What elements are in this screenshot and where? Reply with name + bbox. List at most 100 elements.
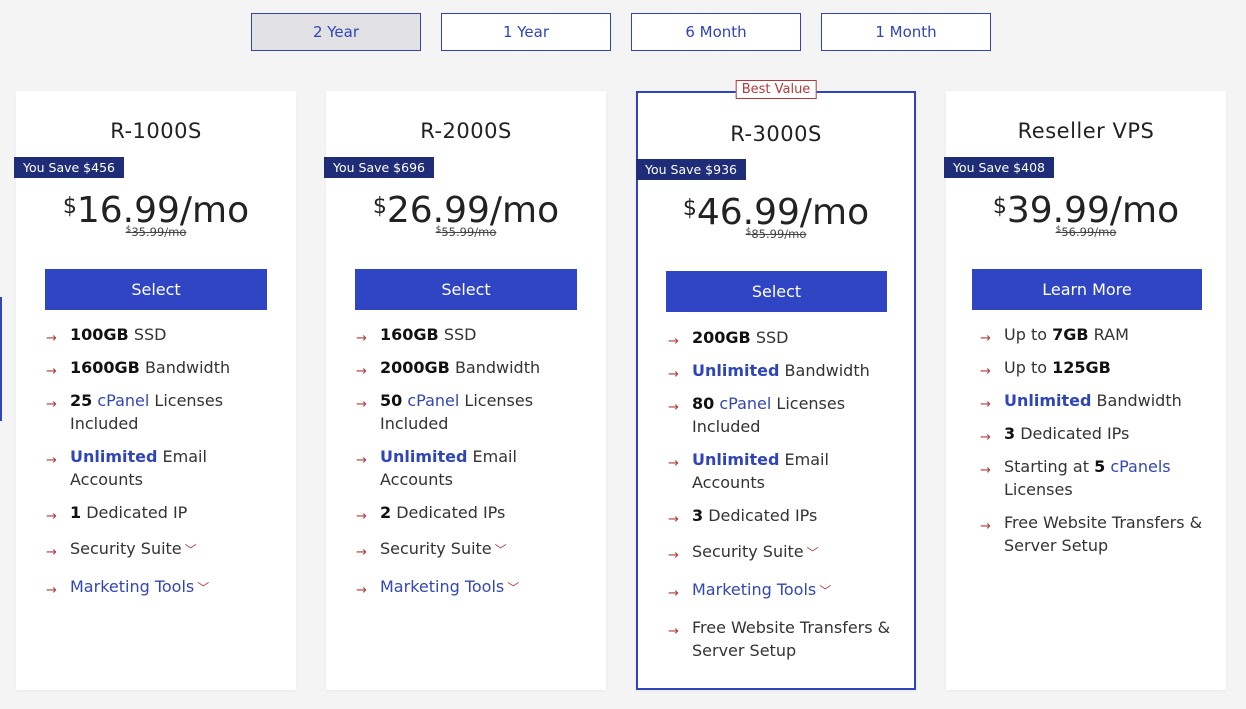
feature-bandwidth: → Unlimited Bandwidth [980,389,1210,412]
arrow-right-icon: → [46,364,57,379]
feature-storage: → Up to 125GB [980,356,1210,379]
learn-more-button[interactable]: Learn More [972,269,1202,310]
arrow-right-icon: → [668,334,679,349]
tab-1-month[interactable]: 1 Month [821,13,991,51]
currency-symbol: $ [682,196,697,221]
arrow-right-icon: → [980,430,991,445]
feature-bandwidth: → 2000GB Bandwidth [356,356,590,379]
feature-cpanel-licenses: → 50 cPanel Licenses Included [356,391,534,433]
price-block: $46.99/mo $85.99/mo [638,191,914,241]
chevron-down-icon[interactable]: ﹀ [819,584,831,598]
arrow-right-icon: → [668,400,679,415]
feature-list: → 100GB SSD → 1600GB Bandwidth → 25 cPanel … [46,323,280,610]
cpanel-link[interactable]: cPanel [97,391,149,410]
select-button[interactable]: Select [45,269,267,310]
price-block: $26.99/mo $55.99/mo [326,189,606,239]
feature-security-suite[interactable]: → Security Suite ﹀ [356,537,590,562]
feature-security-suite[interactable]: → Security Suite ﹀ [46,537,280,562]
feature-dedicated-ip: → 3 Dedicated IPs [980,422,1210,445]
chevron-down-icon[interactable]: ﹀ [197,581,209,595]
arrow-right-icon: → [356,583,367,598]
plan-card-reseller-vps: Reseller VPS You Save $408 $39.99/mo $56… [944,91,1226,690]
feature-storage: → 200GB SSD [668,326,898,349]
arrow-right-icon: → [356,509,367,524]
plan-name: Reseller VPS [1017,119,1155,143]
cpanel-link[interactable]: cPanel [407,391,459,410]
arrow-right-icon: → [46,545,57,560]
feature-dedicated-ip: → 1 Dedicated IP [46,501,280,524]
select-button[interactable]: Select [355,269,577,310]
arrow-right-icon: → [980,397,991,412]
select-button[interactable]: Select [666,271,887,312]
plan-card-r-1000s: R-1000S You Save $456 $16.99/mo $35.99/m… [14,91,296,690]
arrow-right-icon: → [46,583,57,598]
savings-badge: You Save $456 [14,157,124,178]
tab-2-year[interactable]: 2 Year [251,13,421,51]
cpanel-link[interactable]: cPanels [1110,457,1170,476]
currency-symbol: $ [992,194,1007,219]
feature-email: → Unlimited Email Accounts [46,447,207,489]
plan-name: R-3000S [730,122,822,146]
original-price: $56.99/mo [1055,225,1117,239]
plan-name: R-2000S [420,119,512,143]
cpanel-link[interactable]: cPanel [719,394,771,413]
best-value-badge: Best Value [735,80,817,99]
feature-storage: → 100GB SSD [46,323,280,346]
arrow-right-icon: → [46,331,57,346]
arrow-right-icon: → [668,624,679,639]
arrow-right-icon: → [668,586,679,601]
feature-cpanel-licenses: → 25 cPanel Licenses Included [46,391,224,433]
arrow-right-icon: → [46,397,57,412]
feature-ram: → Up to 7GB RAM [980,323,1210,346]
chevron-down-icon[interactable]: ﹀ [495,543,507,557]
side-edge-indicator [0,297,2,421]
savings-badge: You Save $408 [944,157,1054,178]
billing-period-tabs: 2 Year 1 Year 6 Month 1 Month [251,13,991,51]
arrow-right-icon: → [668,367,679,382]
feature-free-transfers: → Free Website Transfers & Server Setup [980,513,1203,555]
feature-list: → 160GB SSD → 2000GB Bandwidth → 50 cPanel … [356,323,590,610]
arrow-right-icon: → [668,456,679,471]
feature-cpanel-licenses: → 80 cPanel Licenses Included [668,394,846,436]
price-block: $39.99/mo $56.99/mo [946,189,1226,239]
arrow-right-icon: → [980,463,991,478]
plan-card-r-2000s: R-2000S You Save $696 $26.99/mo $55.99/m… [324,91,606,690]
arrow-right-icon: → [46,509,57,524]
currency-symbol: $ [62,194,77,219]
feature-dedicated-ip: → 3 Dedicated IPs [668,504,898,527]
arrow-right-icon: → [668,548,679,563]
feature-list: → 200GB SSD → Unlimited Bandwidth → 80 cPan… [668,326,898,672]
arrow-right-icon: → [668,512,679,527]
plan-card-r-3000s: Best Value R-3000S You Save $936 $46.99/… [636,80,916,690]
feature-free-transfers: → Free Website Transfers & Server Setup [668,618,891,660]
arrow-right-icon: → [980,364,991,379]
feature-email: → Unlimited Email Accounts [668,450,829,492]
feature-bandwidth: → Unlimited Bandwidth [668,359,898,382]
savings-badge: You Save $696 [324,157,434,178]
arrow-right-icon: → [980,519,991,534]
chevron-down-icon[interactable]: ﹀ [185,543,197,557]
feature-marketing-tools[interactable]: → Marketing Tools ﹀ [668,578,898,603]
arrow-right-icon: → [356,453,367,468]
arrow-right-icon: → [46,453,57,468]
original-price: $55.99/mo [435,225,497,239]
arrow-right-icon: → [356,397,367,412]
feature-dedicated-ip: → 2 Dedicated IPs [356,501,590,524]
feature-email: → Unlimited Email Accounts [356,447,517,489]
feature-marketing-tools[interactable]: → Marketing Tools ﹀ [46,575,280,600]
chevron-down-icon[interactable]: ﹀ [807,546,819,560]
original-price: $35.99/mo [125,225,187,239]
arrow-right-icon: → [356,331,367,346]
feature-cpanel-licenses: → Starting at 5 cPanels Licenses [980,457,1171,499]
feature-security-suite[interactable]: → Security Suite ﹀ [668,540,898,565]
tab-1-year[interactable]: 1 Year [441,13,611,51]
feature-bandwidth: → 1600GB Bandwidth [46,356,280,379]
tab-6-month[interactable]: 6 Month [631,13,801,51]
original-price: $85.99/mo [745,227,807,241]
plan-name: R-1000S [110,119,202,143]
feature-marketing-tools[interactable]: → Marketing Tools ﹀ [356,575,590,600]
chevron-down-icon[interactable]: ﹀ [507,581,519,595]
price-block: $16.99/mo $35.99/mo [16,189,296,239]
arrow-right-icon: → [980,331,991,346]
feature-storage: → 160GB SSD [356,323,590,346]
